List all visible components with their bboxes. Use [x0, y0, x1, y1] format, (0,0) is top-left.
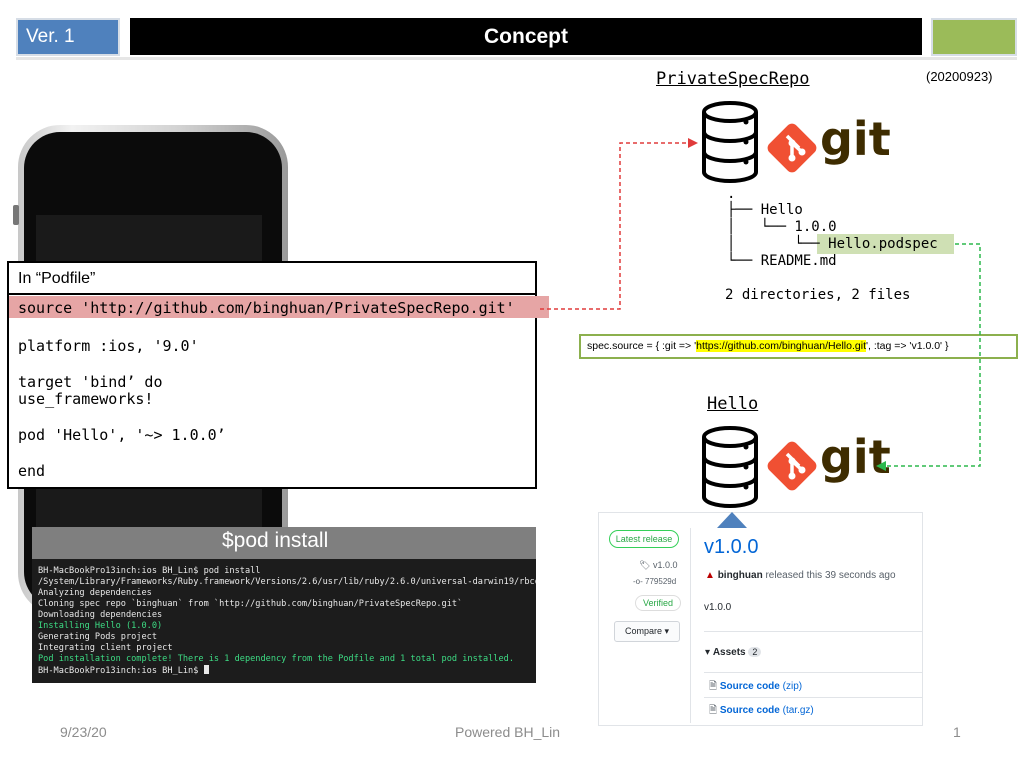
footer-date: 9/23/20: [60, 724, 107, 740]
zip-file-icon: 🗎︎: [709, 681, 718, 692]
asset-divider: [704, 697, 923, 698]
avatar: ▲: [705, 570, 715, 581]
asset-zip-link[interactable]: 🗎︎ Source code (zip): [709, 679, 802, 696]
zip-file-icon: 🗎︎: [709, 705, 718, 716]
assets-divider: [704, 631, 923, 632]
latest-release-badge: Latest release: [609, 530, 679, 548]
assets-count: 2: [748, 647, 762, 657]
release-sidebar-divider: [690, 528, 691, 723]
footer-credit: Powered BH_Lin: [455, 724, 561, 740]
footer-page-number: 1: [953, 724, 961, 740]
asset-divider: [704, 672, 923, 673]
release-author[interactable]: binghuan: [718, 570, 763, 581]
release-meta: ▲ binghuan released this 39 seconds ago: [705, 570, 896, 581]
assets-toggle[interactable]: ▾ Assets 2: [705, 647, 762, 658]
release-body: v1.0.0: [704, 602, 732, 613]
release-version-title[interactable]: v1.0.0: [704, 536, 758, 559]
asset-targz-link[interactable]: 🗎︎ Source code (tar.gz): [709, 703, 814, 720]
verified-badge: Verified: [635, 595, 681, 611]
release-tag[interactable]: 🏷︎ v1.0.0: [639, 560, 677, 571]
compare-button[interactable]: Compare ▾: [614, 621, 680, 642]
up-arrow-icon: [717, 512, 747, 528]
commit-icon: -o-: [633, 577, 643, 586]
tag-icon: 🏷︎: [639, 560, 651, 570]
release-commit[interactable]: -o- 779529d: [633, 577, 676, 586]
